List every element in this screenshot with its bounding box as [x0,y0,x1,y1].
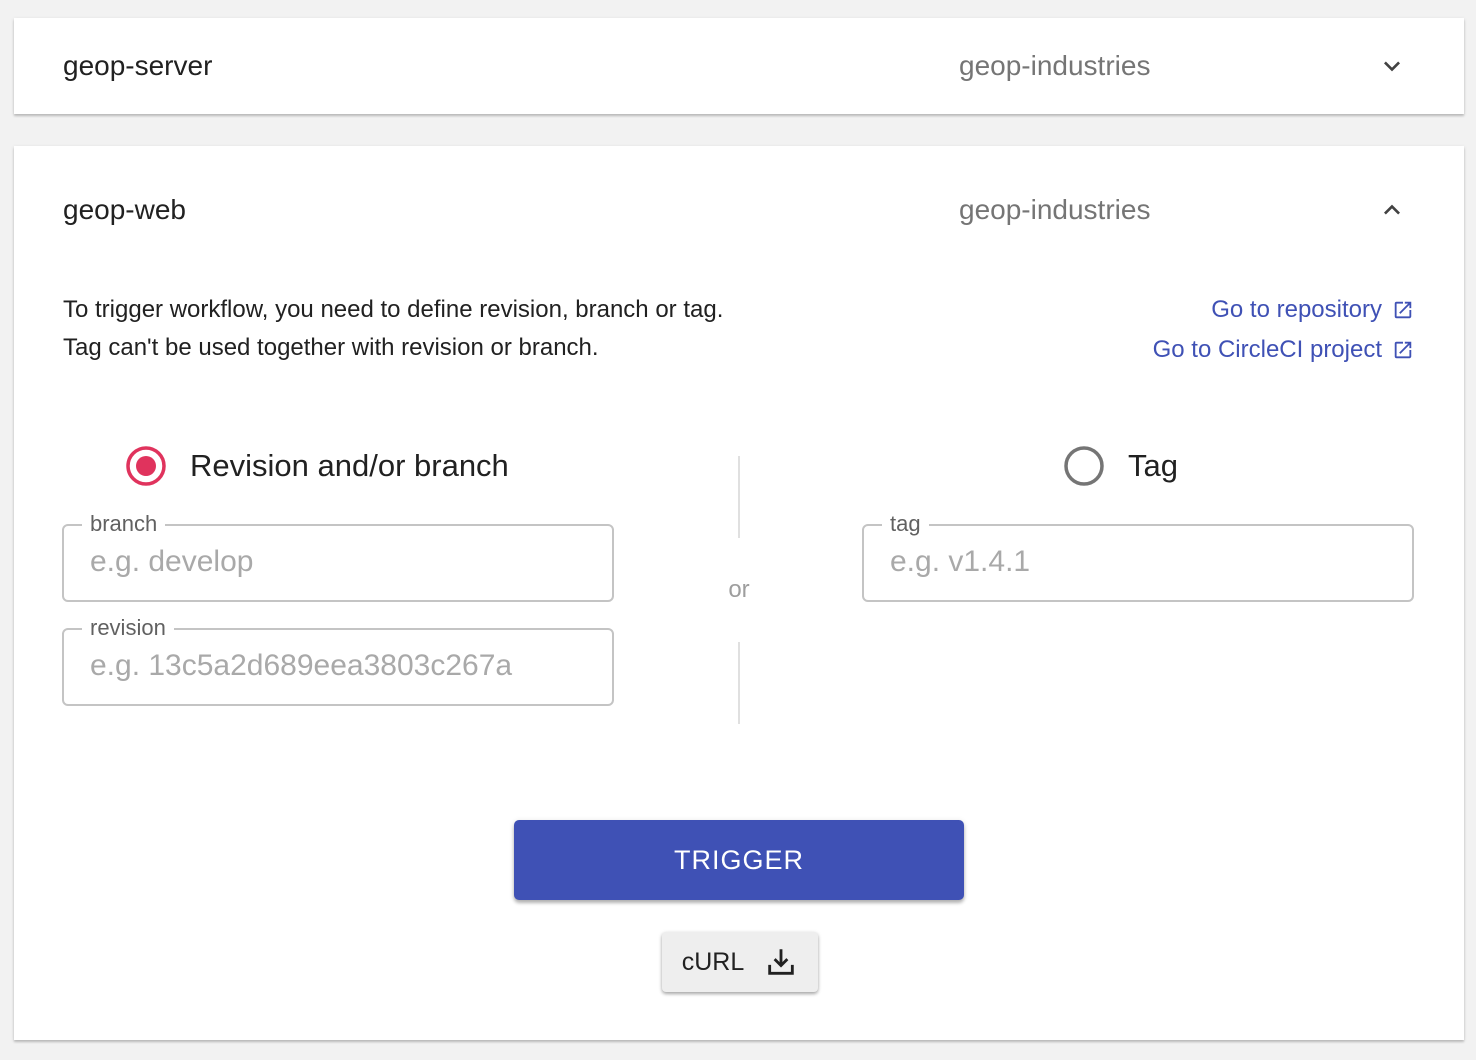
revision-input[interactable] [90,646,590,686]
instruction-line: Tag can't be used together with revision… [63,334,599,361]
go-to-repository-link[interactable]: Go to repository [1211,296,1414,324]
open-in-new-icon [1394,341,1412,359]
project-card-geop-web: geop-web geop-industries To trigger work… [14,146,1464,1040]
curl-download-button[interactable]: cURL [662,932,818,992]
trigger-instructions: To trigger workflow, you need to define … [63,291,723,367]
radio-tag[interactable]: Tag [1062,444,1178,488]
open-in-new-icon [1394,301,1412,319]
project-org: geop-industries [959,194,1151,225]
project-org: geop-industries [959,50,1151,81]
go-to-circleci-link[interactable]: Go to CircleCI project [1153,336,1414,364]
chevron-down-icon[interactable] [1376,50,1408,82]
branch-field: branch [62,512,614,602]
trigger-button[interactable]: TRIGGER [514,820,964,900]
link-label: Go to CircleCI project [1152,336,1382,363]
divider-line [738,456,740,538]
project-header[interactable]: geop-web geop-industries [14,146,1464,266]
download-icon [768,949,794,975]
field-label: revision [82,616,174,640]
field-label: tag [882,512,929,536]
instruction-line: To trigger workflow, you need to define … [63,296,724,323]
project-name: geop-server [63,50,213,81]
or-separator: or [728,576,750,603]
radio-revision-branch[interactable]: Revision and/or branch [124,444,509,488]
curl-label: cURL [681,947,745,976]
radio-unchecked-icon[interactable] [1062,444,1106,488]
tag-field: tag [862,512,1414,602]
project-name: geop-web [63,194,186,225]
project-header[interactable]: geop-server geop-industries [14,18,1464,114]
field-label: branch [82,512,166,536]
chevron-up-icon[interactable] [1376,194,1408,226]
radio-label: Revision and/or branch [190,448,509,483]
branch-input[interactable] [90,542,590,582]
radio-label: Tag [1128,448,1178,483]
link-label: Go to repository [1211,296,1382,323]
revision-field: revision [62,616,614,706]
tag-input[interactable] [890,542,1390,582]
divider-line [738,642,740,724]
project-card-geop-server: geop-server geop-industries [14,18,1464,114]
radio-checked-icon[interactable] [124,444,168,488]
